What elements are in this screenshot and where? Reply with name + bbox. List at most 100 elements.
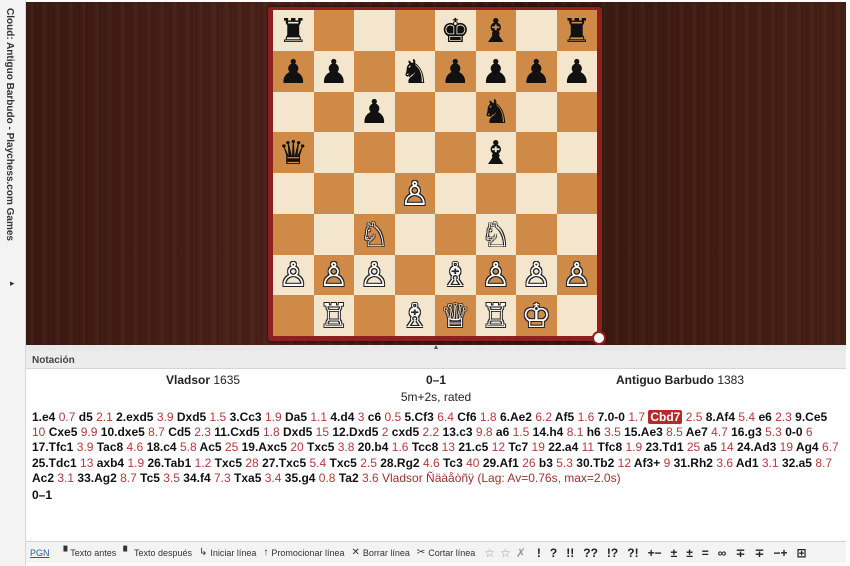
board-square[interactable] [313, 213, 354, 255]
move[interactable]: 23.Td1 [646, 440, 684, 454]
board-square[interactable] [273, 91, 314, 133]
chess-piece-icon[interactable]: ♟ [481, 55, 511, 88]
move[interactable]: 31.Rh2 [674, 456, 713, 470]
move[interactable]: Ac2 [32, 471, 54, 485]
board-square[interactable]: ♟ [475, 50, 516, 92]
move[interactable]: a6 [496, 425, 509, 439]
rating-star-icon[interactable]: ☆ [484, 546, 495, 560]
move[interactable]: Ae7 [686, 425, 708, 439]
board-square[interactable]: ♟ [273, 50, 314, 92]
chess-piece-icon[interactable]: ♝ [481, 136, 511, 169]
move[interactable]: 34.f4 [183, 471, 210, 485]
move[interactable]: Tc7 [508, 440, 528, 454]
annotation-symbol-button[interactable]: ∓ [754, 546, 764, 560]
board-square[interactable]: ♙ [313, 254, 354, 296]
toolbar-button[interactable]: ✕ Borrar línea [351, 547, 409, 558]
move[interactable]: 24.Ad3 [737, 440, 776, 454]
board-square[interactable]: ♚ [435, 10, 476, 51]
chess-piece-icon[interactable]: ♝ [481, 14, 511, 47]
board-square[interactable]: ♗ [435, 254, 476, 296]
board-square[interactable] [273, 295, 314, 336]
move[interactable]: Af3+ [634, 456, 660, 470]
board-square[interactable] [556, 295, 597, 336]
move[interactable]: d5 [79, 410, 93, 424]
board-square[interactable] [273, 213, 314, 255]
board-square[interactable]: ♝ [475, 132, 516, 173]
board-square[interactable]: ♕ [435, 295, 476, 336]
chess-piece-icon[interactable]: ♟ [562, 55, 592, 88]
board-square[interactable] [354, 295, 395, 336]
move[interactable]: Tc3 [443, 456, 463, 470]
board-square[interactable] [435, 132, 476, 173]
chess-piece-icon[interactable]: ♕ [440, 299, 470, 332]
move[interactable]: Ac5 [200, 440, 222, 454]
board-square[interactable] [435, 213, 476, 255]
move[interactable]: Txa5 [234, 471, 261, 485]
toolbar-button[interactable]: ✂ Cortar línea [417, 547, 475, 558]
chess-piece-icon[interactable]: ♗ [440, 258, 470, 291]
rating-star-icon[interactable]: ☆ [500, 546, 511, 560]
move[interactable]: 29.Af1 [483, 456, 519, 470]
move[interactable]: 2.exd5 [116, 410, 153, 424]
move[interactable]: 19.Axc5 [242, 440, 287, 454]
board-square[interactable] [516, 173, 557, 214]
sidebar-expand-icon[interactable]: ▸ [10, 278, 15, 289]
move[interactable]: Cf6 [457, 410, 476, 424]
board-square[interactable]: ♘ [475, 213, 516, 255]
annotation-symbol-button[interactable]: ± [671, 546, 678, 560]
move[interactable]: 1.e4 [32, 410, 55, 424]
chess-piece-icon[interactable]: ♜ [562, 14, 592, 47]
move[interactable]: 22.a4 [548, 440, 578, 454]
board-square[interactable] [313, 91, 354, 133]
chess-piece-icon[interactable]: ♞ [481, 95, 511, 128]
board-square[interactable] [354, 10, 395, 51]
board-square[interactable] [516, 132, 557, 173]
chess-piece-icon[interactable]: ♙ [319, 258, 349, 291]
move[interactable]: Da5 [285, 410, 307, 424]
annotation-symbol-button[interactable]: ?? [583, 546, 598, 560]
move[interactable]: b3 [539, 456, 553, 470]
move[interactable]: 0-0 [785, 425, 802, 439]
move[interactable]: Txc5 [330, 456, 357, 470]
annotation-symbol-button[interactable]: −+ [773, 546, 787, 560]
move[interactable]: e6 [758, 410, 771, 424]
board-square[interactable]: ♛ [273, 132, 314, 173]
annotation-symbol-button[interactable]: ∞ [718, 546, 727, 560]
chess-piece-icon[interactable]: ♛ [278, 136, 308, 169]
board-square[interactable] [313, 173, 354, 214]
board-square[interactable] [354, 173, 395, 214]
board-square[interactable] [273, 173, 314, 214]
move[interactable]: 32.a5 [782, 456, 812, 470]
move[interactable]: 11.Cxd5 [214, 425, 259, 439]
move[interactable]: Tc5 [140, 471, 160, 485]
toolbar-button[interactable]: ↑ Promocionar línea [263, 547, 344, 558]
toolbar-button[interactable]: ▝ Texto antes [60, 547, 117, 558]
pgn-link[interactable]: PGN [30, 548, 50, 558]
board-square[interactable]: ♜ [273, 10, 314, 51]
chess-piece-icon[interactable]: ♟ [319, 55, 349, 88]
move[interactable]: Ta2 [339, 471, 359, 485]
move[interactable]: 27.Txc5 [262, 456, 306, 470]
move[interactable]: c6 [368, 410, 381, 424]
annotation-symbol-button[interactable]: +− [648, 546, 662, 560]
chess-piece-icon[interactable]: ♔ [521, 299, 551, 332]
board-square[interactable] [556, 213, 597, 255]
board-square[interactable]: ♔ [516, 295, 557, 336]
move[interactable]: 8.Af4 [706, 410, 735, 424]
move[interactable]: 33.Ag2 [77, 471, 116, 485]
annotation-symbol-button[interactable]: !? [607, 546, 618, 560]
move[interactable]: 3.Cc3 [230, 410, 262, 424]
chess-piece-icon[interactable]: ♜ [278, 14, 308, 47]
toolbar-button[interactable]: ↳ Iniciar línea [199, 547, 256, 558]
annotation-symbol-button[interactable]: ? [550, 546, 557, 560]
board-square[interactable]: ♟ [435, 50, 476, 92]
board-square[interactable] [556, 91, 597, 133]
move[interactable]: a5 [704, 440, 717, 454]
board-square[interactable] [435, 173, 476, 214]
chess-piece-icon[interactable]: ♙ [521, 258, 551, 291]
move[interactable]: 17.Tfc1 [32, 440, 73, 454]
move[interactable]: Txc5 [307, 440, 334, 454]
chess-piece-icon[interactable]: ♙ [562, 258, 592, 291]
board-square[interactable]: ♙ [516, 254, 557, 296]
board-square[interactable]: ♖ [475, 295, 516, 336]
